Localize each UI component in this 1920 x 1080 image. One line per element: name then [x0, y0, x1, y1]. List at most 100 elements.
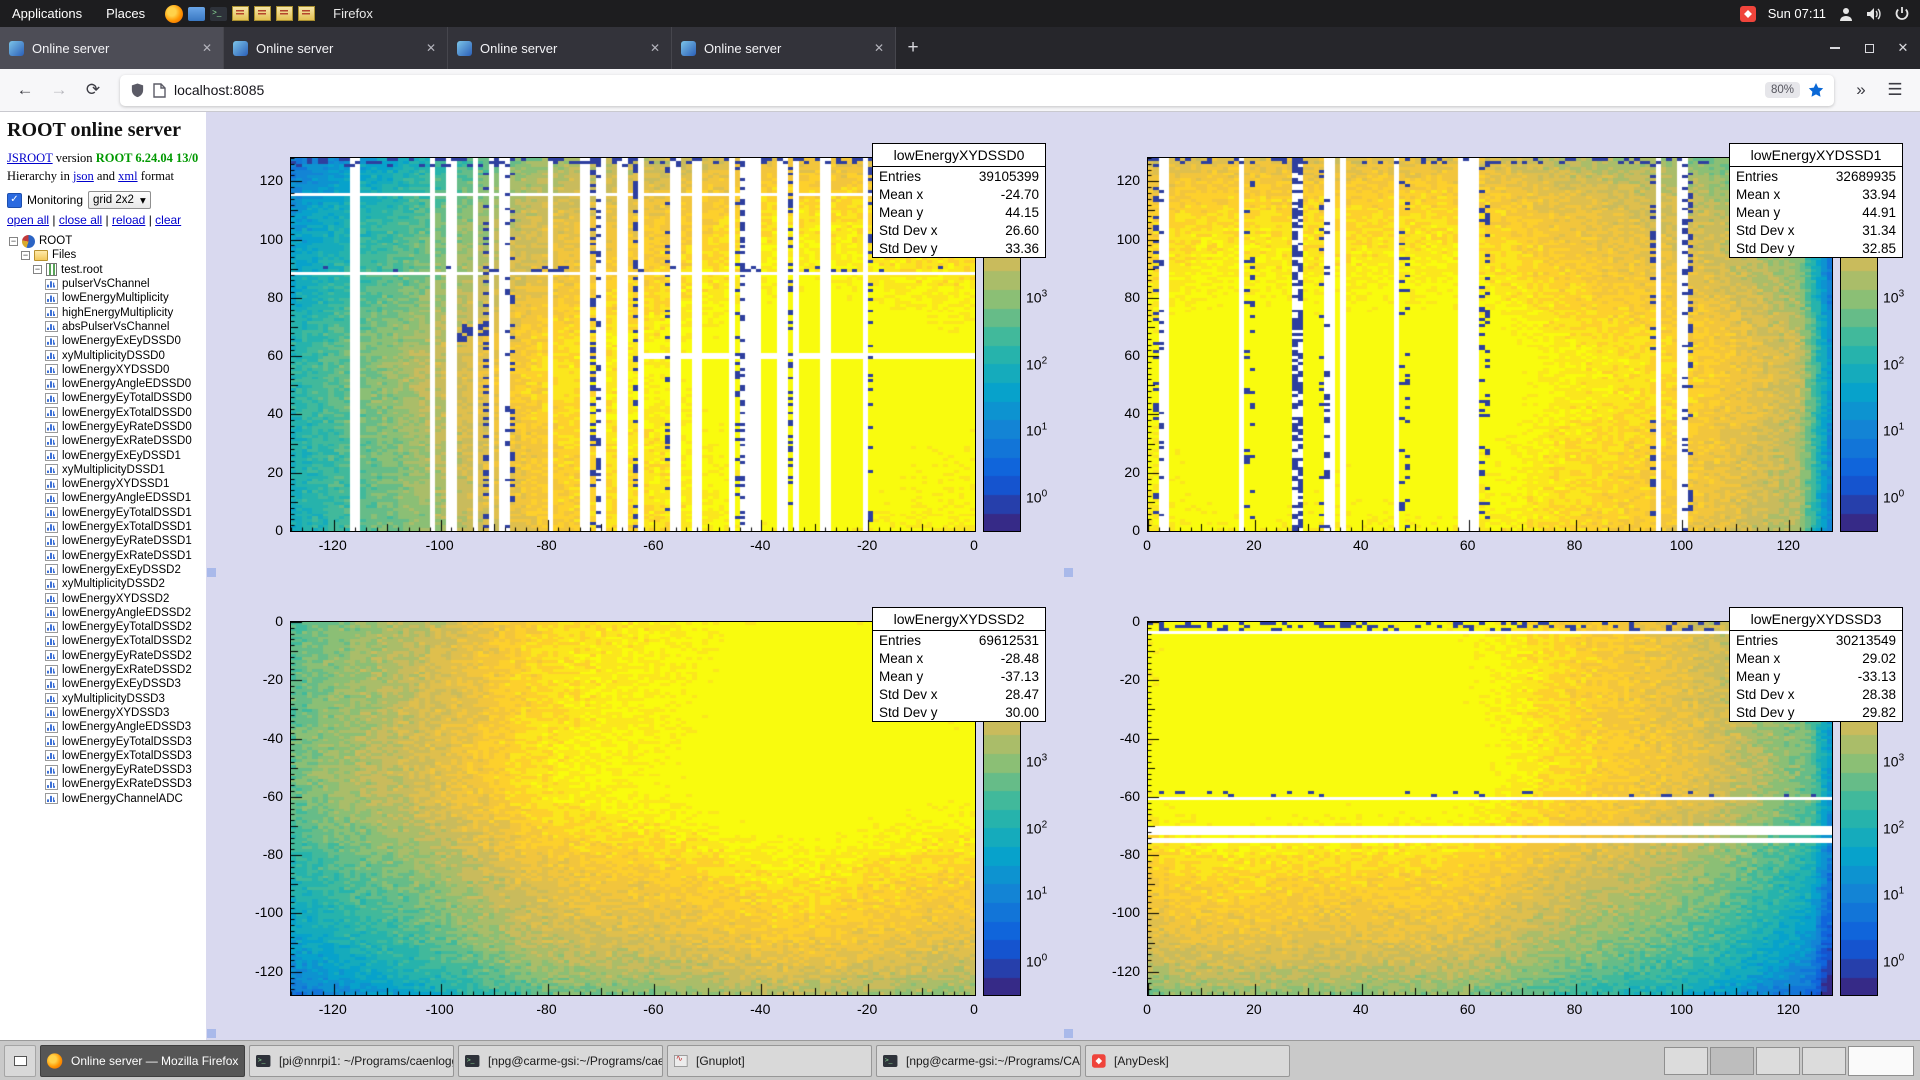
tab-online-server[interactable]: Online server✕: [448, 27, 672, 69]
workspace-2[interactable]: [1710, 1047, 1754, 1075]
jsroot-link[interactable]: JSROOT: [7, 151, 53, 165]
tree-item-lowEnergyEyTotalDSSD3[interactable]: lowEnergyEyTotalDSSD3: [7, 734, 199, 748]
volume-icon[interactable]: [1866, 6, 1882, 22]
close-tab-icon[interactable]: ✕: [200, 39, 214, 57]
workspace-1[interactable]: [1664, 1047, 1708, 1075]
tab-online-server[interactable]: Online server✕: [224, 27, 448, 69]
tree-item-lowEnergyChannelADC[interactable]: lowEnergyChannelADC: [7, 792, 199, 806]
json-link[interactable]: json: [73, 169, 94, 183]
action-link-open-all[interactable]: open all: [7, 213, 49, 227]
tree-item-lowEnergyAngleEDSSD3[interactable]: lowEnergyAngleEDSSD3: [7, 720, 199, 734]
close-window-button[interactable]: ✕: [1886, 27, 1920, 69]
taskbar-window-gnuplot[interactable]: [Gnuplot]: [667, 1045, 872, 1077]
tree-item-lowEnergyAngleEDSSD0[interactable]: lowEnergyAngleEDSSD0: [7, 377, 199, 391]
maximize-button[interactable]: [1852, 27, 1886, 69]
back-button[interactable]: ←: [10, 75, 40, 105]
tree-item-root[interactable]: −ROOT: [7, 234, 199, 248]
tree-item-lowEnergyExEyDSSD1[interactable]: lowEnergyExEyDSSD1: [7, 448, 199, 462]
tree-item-lowEnergyExTotalDSSD2[interactable]: lowEnergyExTotalDSSD2: [7, 634, 199, 648]
bookmark-star-icon[interactable]: [1808, 82, 1824, 98]
tree-item-lowEnergyExEyDSSD2[interactable]: lowEnergyExEyDSSD2: [7, 563, 199, 577]
firefox-icon[interactable]: [165, 5, 183, 23]
tab-online-server[interactable]: Online server✕: [672, 27, 896, 69]
tree-item-lowEnergyExTotalDSSD3[interactable]: lowEnergyExTotalDSSD3: [7, 749, 199, 763]
app-icon[interactable]: [276, 6, 293, 21]
tree-item-highEnergyMultiplicity[interactable]: highEnergyMultiplicity: [7, 305, 199, 319]
tree-item-lowEnergyExTotalDSSD0[interactable]: lowEnergyExTotalDSSD0: [7, 406, 199, 420]
clock[interactable]: Sun 07:11: [1768, 6, 1826, 21]
taskbar-window-terminal[interactable]: [npg@carme-gsi:~/Programs/CAR...: [876, 1045, 1081, 1077]
app-icon[interactable]: [298, 6, 315, 21]
tree-item-lowEnergyEyTotalDSSD2[interactable]: lowEnergyEyTotalDSSD2: [7, 620, 199, 634]
histogram-pad-lowEnergyXYDSSD1[interactable]: 0204060801001200204060801001201001011021…: [1063, 112, 1920, 576]
overflow-menu-button[interactable]: »: [1846, 75, 1876, 105]
tree-item-lowEnergyExRateDSSD0[interactable]: lowEnergyExRateDSSD0: [7, 434, 199, 448]
app-icon[interactable]: [254, 6, 271, 21]
places-menu[interactable]: Places: [94, 0, 157, 27]
workspace-pager[interactable]: [1664, 1046, 1916, 1076]
url-bar[interactable]: localhost:8085 80%: [120, 75, 1834, 106]
tree-item-lowEnergyExRateDSSD2[interactable]: lowEnergyExRateDSSD2: [7, 663, 199, 677]
tree-item-lowEnergyExEyDSSD0[interactable]: lowEnergyExEyDSSD0: [7, 334, 199, 348]
anydesk-tray-icon[interactable]: [1740, 6, 1756, 22]
tree-item-lowEnergyEyTotalDSSD1[interactable]: lowEnergyEyTotalDSSD1: [7, 506, 199, 520]
stats-box[interactable]: lowEnergyXYDSSD1Entries32689935Mean x33.…: [1729, 143, 1903, 258]
files-icon[interactable]: [188, 7, 205, 21]
hamburger-menu-button[interactable]: ☰: [1880, 75, 1910, 105]
xml-link[interactable]: xml: [118, 169, 137, 183]
pad-resize-handle[interactable]: [207, 1029, 216, 1038]
close-tab-icon[interactable]: ✕: [648, 39, 662, 57]
tree-item-lowEnergyXYDSSD1[interactable]: lowEnergyXYDSSD1: [7, 477, 199, 491]
action-link-close-all[interactable]: close all: [59, 213, 102, 227]
workspace-4[interactable]: [1802, 1047, 1846, 1075]
taskbar-window-terminal[interactable]: [pi@nnrpi1: ~/Programs/caenlogg...: [249, 1045, 454, 1077]
url-text[interactable]: localhost:8085: [174, 82, 1757, 98]
expander-icon[interactable]: −: [21, 251, 30, 260]
tree-item-lowEnergyExTotalDSSD1[interactable]: lowEnergyExTotalDSSD1: [7, 520, 199, 534]
tree-item-xyMultiplicityDSSD2[interactable]: xyMultiplicityDSSD2: [7, 577, 199, 591]
workspace-3[interactable]: [1756, 1047, 1800, 1075]
stats-box[interactable]: lowEnergyXYDSSD2Entries69612531Mean x-28…: [872, 607, 1046, 722]
pad-resize-handle[interactable]: [207, 568, 216, 577]
pager-extra-pane[interactable]: [1848, 1046, 1914, 1076]
terminal-icon[interactable]: [210, 7, 227, 21]
stats-box[interactable]: lowEnergyXYDSSD0Entries39105399Mean x-24…: [872, 143, 1046, 258]
tree-item-lowEnergyEyRateDSSD1[interactable]: lowEnergyEyRateDSSD1: [7, 534, 199, 548]
tree-item-lowEnergyEyTotalDSSD0[interactable]: lowEnergyEyTotalDSSD0: [7, 391, 199, 405]
shield-icon[interactable]: [130, 82, 145, 98]
histogram-pad-lowEnergyXYDSSD3[interactable]: 0204060801001200-20-40-60-80-100-1201001…: [1063, 576, 1920, 1040]
histogram-pad-lowEnergyXYDSSD0[interactable]: -120-100-80-60-40-2000204060801001201001…: [206, 112, 1063, 576]
taskbar-window-anydesk[interactable]: [AnyDesk]: [1085, 1045, 1290, 1077]
tree-item-lowEnergyXYDSSD3[interactable]: lowEnergyXYDSSD3: [7, 706, 199, 720]
reload-button[interactable]: ⟳: [78, 75, 108, 105]
applications-menu[interactable]: Applications: [0, 0, 94, 27]
tree-item-xyMultiplicityDSSD3[interactable]: xyMultiplicityDSSD3: [7, 692, 199, 706]
monitoring-checkbox[interactable]: ✓: [7, 193, 22, 208]
stats-box[interactable]: lowEnergyXYDSSD3Entries30213549Mean x29.…: [1729, 607, 1903, 722]
tree-item-lowEnergyExRateDSSD1[interactable]: lowEnergyExRateDSSD1: [7, 549, 199, 563]
forward-button[interactable]: →: [44, 75, 74, 105]
app-icon[interactable]: [232, 6, 249, 21]
pad-resize-handle[interactable]: [1064, 568, 1073, 577]
tree-item-lowEnergyEyRateDSSD2[interactable]: lowEnergyEyRateDSSD2: [7, 649, 199, 663]
tree-item-lowEnergyEyRateDSSD3[interactable]: lowEnergyEyRateDSSD3: [7, 763, 199, 777]
tree-item-lowEnergyAngleEDSSD2[interactable]: lowEnergyAngleEDSSD2: [7, 606, 199, 620]
taskbar-window-firefox[interactable]: Online server — Mozilla Firefox: [40, 1045, 245, 1077]
action-link-clear[interactable]: clear: [155, 213, 181, 227]
show-desktop-button[interactable]: [4, 1045, 36, 1077]
tree-item-lowEnergyAngleEDSSD1[interactable]: lowEnergyAngleEDSSD1: [7, 491, 199, 505]
histogram-pad-lowEnergyXYDSSD2[interactable]: -120-100-80-60-40-2000-20-40-60-80-100-1…: [206, 576, 1063, 1040]
tree-item-xyMultiplicityDSSD1[interactable]: xyMultiplicityDSSD1: [7, 463, 199, 477]
close-tab-icon[interactable]: ✕: [872, 39, 886, 57]
expander-icon[interactable]: −: [9, 237, 18, 246]
power-icon[interactable]: [1894, 6, 1910, 22]
new-tab-button[interactable]: +: [896, 27, 930, 69]
expander-icon[interactable]: −: [33, 265, 42, 274]
layout-select[interactable]: grid 2x2 ▾: [88, 191, 151, 209]
action-link-reload[interactable]: reload: [112, 213, 145, 227]
tree-item-lowEnergyXYDSSD2[interactable]: lowEnergyXYDSSD2: [7, 591, 199, 605]
tree-item-files[interactable]: −Files: [7, 248, 199, 262]
tree-item-lowEnergyXYDSSD0[interactable]: lowEnergyXYDSSD0: [7, 363, 199, 377]
minimize-button[interactable]: [1818, 27, 1852, 69]
tab-online-server[interactable]: Online server✕: [0, 27, 224, 69]
